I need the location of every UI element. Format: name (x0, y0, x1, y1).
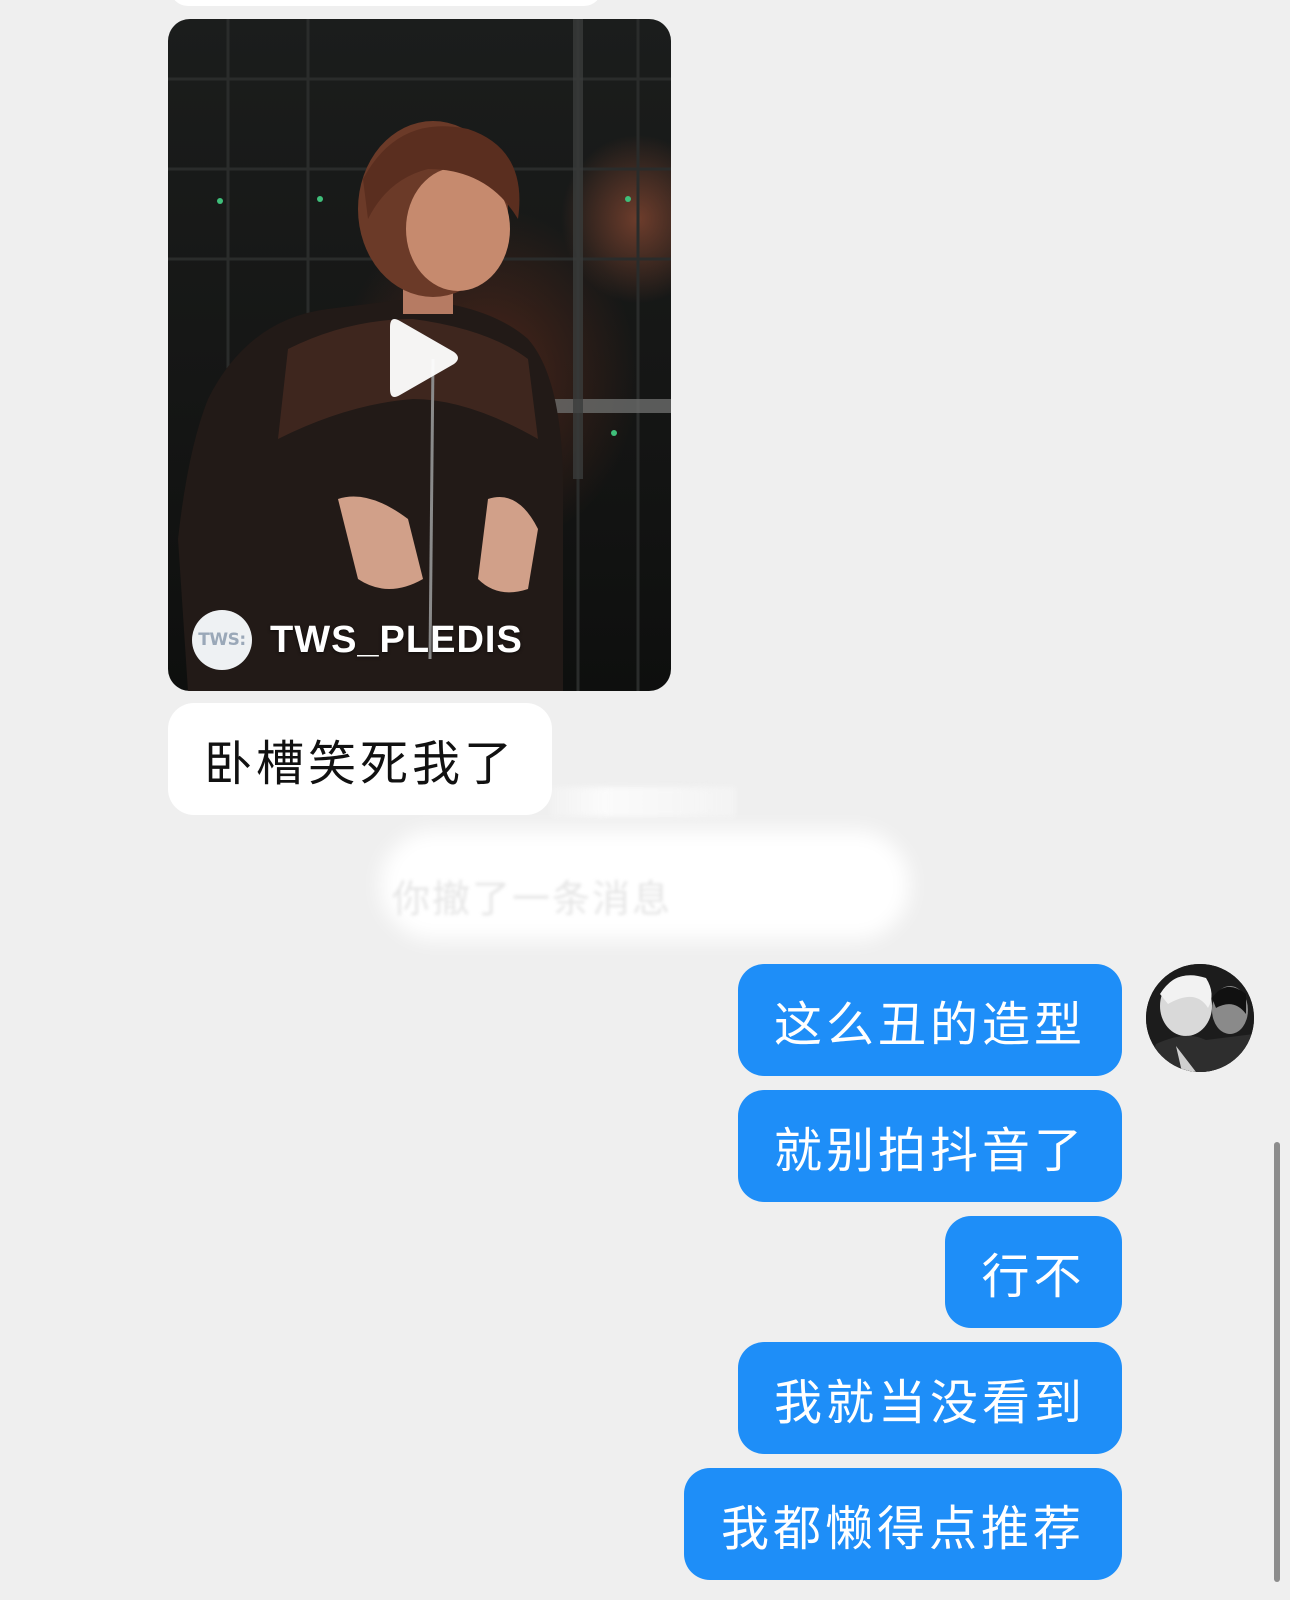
scrollbar[interactable] (1274, 1142, 1280, 1582)
channel-name: TWS_PLEDIS (270, 618, 523, 661)
obscured-timestamp (550, 787, 736, 817)
incoming-message-bubble[interactable]: 卧槽笑死我了 (168, 703, 552, 815)
channel-logo: TWS: (192, 610, 252, 670)
outgoing-message-bubble[interactable]: 这么丑的造型 (738, 964, 1122, 1076)
outgoing-message-bubble[interactable]: 就别拍抖音了 (738, 1090, 1122, 1202)
play-icon[interactable] (386, 315, 462, 401)
avatar-image (1146, 964, 1254, 1072)
obscured-system-notice-text: 你撤了一条消息 (392, 877, 673, 921)
outgoing-message-bubble[interactable]: 我都懒得点推荐 (684, 1468, 1122, 1580)
previous-message-bubble (170, 0, 602, 6)
outgoing-message-bubble[interactable]: 我就当没看到 (738, 1342, 1122, 1454)
outgoing-message-bubble[interactable]: 行不 (945, 1216, 1122, 1328)
channel-info[interactable]: TWS: TWS_PLEDIS (192, 608, 523, 672)
user-avatar[interactable] (1146, 964, 1254, 1072)
shared-video-card[interactable]: TWS: TWS_PLEDIS (168, 19, 671, 691)
